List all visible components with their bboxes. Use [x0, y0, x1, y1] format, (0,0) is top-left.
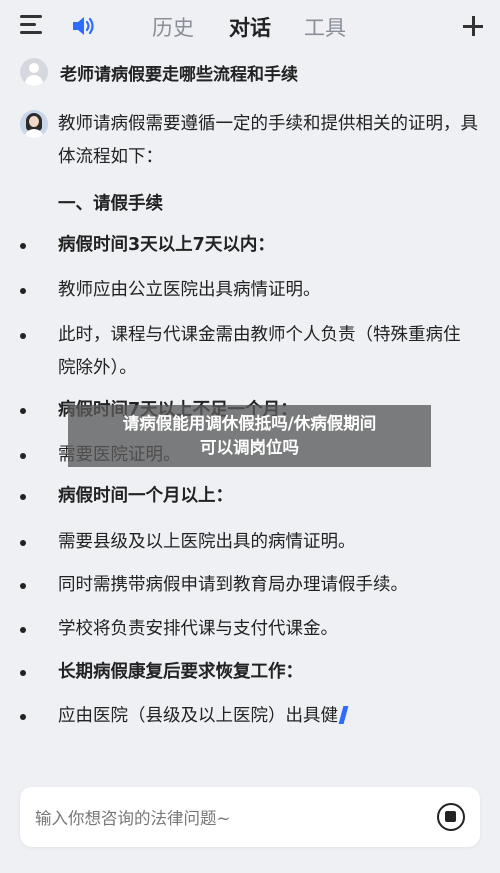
tab-bar: 历史 对话 工具 [0, 0, 500, 52]
list-item-text: 长期病假康复后要求恢复工作： [58, 662, 303, 682]
section-title: 一、请假手续 [58, 194, 163, 214]
user-message: 老师请病假要走哪些流程和手续 [20, 56, 480, 88]
bullet-dot [20, 408, 26, 414]
user-question-text: 老师请病假要走哪些流程和手续 [60, 64, 298, 85]
typing-cursor-icon [338, 706, 349, 724]
list-item: 病假时间3天以上7天以内： [20, 229, 470, 262]
list-item-text: 应由医院（县级及以上医院）出具健 [58, 700, 470, 733]
list-item: 长期病假康复后要求恢复工作： [20, 656, 470, 689]
list-item-text: 病假时间一个月以上： [58, 486, 233, 506]
bullet-dot [20, 583, 26, 589]
watermark-line-1: 请病假能用调休假抵吗/休病假期间 [122, 414, 377, 433]
list-item: 病假时间一个月以上： [20, 480, 470, 513]
list-item-text: 此时，课程与代课金需由教师个人负责（特殊重病住院除外）。 [58, 325, 461, 378]
chat-input-bar [20, 787, 480, 847]
list-item: 需要县级及以上医院出具的病情证明。 [20, 526, 470, 559]
list-item-text: 需要县级及以上医院出具的病情证明。 [58, 532, 356, 552]
bullet-dot [20, 494, 26, 500]
bullet-dot [20, 243, 26, 249]
list-item-text: 病假时间3天以上7天以内： [58, 235, 275, 255]
list-item-text: 教师应由公立医院出具病情证明。 [58, 280, 321, 300]
bullet-dot [20, 333, 26, 339]
tab-history[interactable]: 历史 [152, 12, 194, 42]
assistant-avatar [20, 110, 48, 138]
list-item: 学校将负责安排代课与支付代课金。 [20, 613, 470, 646]
list-item: 应由医院（县级及以上医院）出具健 [20, 700, 470, 733]
tab-tools[interactable]: 工具 [304, 12, 346, 42]
top-bar: 历史 对话 工具 [0, 0, 500, 52]
watermark-line-2: 可以调岗位吗 [200, 438, 299, 457]
bullet-dot [20, 453, 26, 459]
plus-icon[interactable] [462, 15, 484, 37]
answer-intro: 教师请病假需要遵循一定的手续和提供相关的证明，具体流程如下： [58, 114, 478, 167]
bullet-dot [20, 540, 26, 546]
list-item: 此时，课程与代课金需由教师个人负责（特殊重病住院除外）。 [20, 319, 470, 385]
bullet-dot [20, 714, 26, 720]
user-avatar [20, 58, 48, 86]
bullet-dot [20, 627, 26, 633]
bullet-dot [20, 288, 26, 294]
stop-icon[interactable] [437, 803, 465, 831]
list-item-text-partial: 应由医院（县级及以上医院）出具健 [58, 706, 338, 726]
list-item: 同时需携带病假申请到教育局办理请假手续。 [20, 569, 470, 602]
bullet-dot [20, 670, 26, 676]
question-input[interactable] [35, 805, 415, 831]
watermark-banner: 请病假能用调休假抵吗/休病假期间 可以调岗位吗 [68, 405, 431, 467]
tab-chat[interactable]: 对话 [229, 12, 271, 42]
list-item: 教师应由公立医院出具病情证明。 [20, 274, 470, 307]
list-item-text: 同时需携带病假申请到教育局办理请假手续。 [58, 575, 408, 595]
list-item-text: 学校将负责安排代课与支付代课金。 [58, 619, 338, 639]
